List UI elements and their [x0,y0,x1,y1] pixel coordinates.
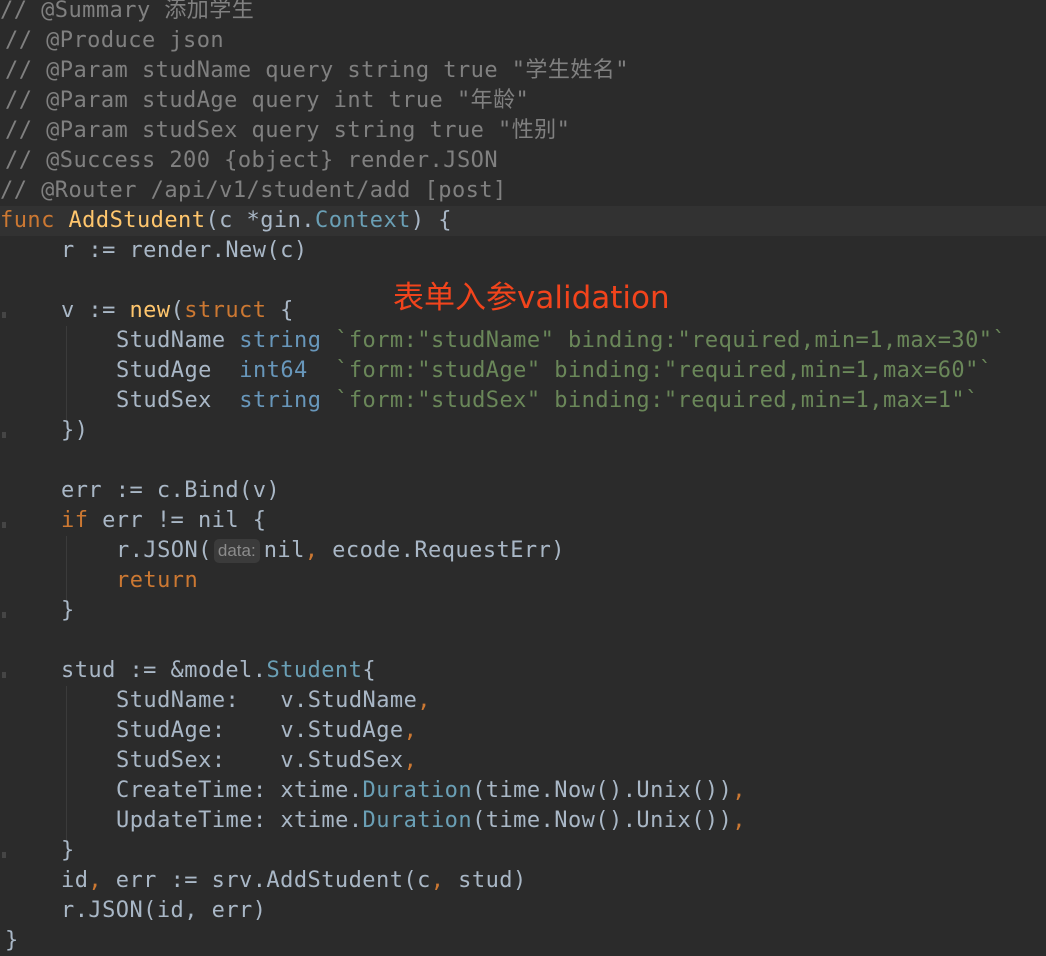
type-context: Context [315,208,411,233]
code-text: StudAge: [116,718,281,743]
code-text: (time.Now().Unix()) [472,778,733,803]
indent-guide [66,326,67,420]
comma: , [430,868,445,893]
code-line-err-bind[interactable]: err := c.Bind(v) [61,476,1046,506]
field-type: string [239,388,322,413]
type-student: Student [266,658,363,683]
code-line-func-close[interactable]: } [5,926,1046,956]
comma: , [403,748,418,773]
code-text: ( [170,298,185,323]
comma: , [417,688,431,713]
code-line-stud-decl[interactable]: stud := &model.Student{ [61,656,1046,686]
code-text: (time.Now().Unix()) [472,808,733,833]
indent-guide [66,536,67,600]
type-duration: Duration [362,808,473,833]
comma: , [732,778,746,803]
code-text: (c *gin. [205,208,315,233]
code-line-return[interactable]: return [116,566,1046,596]
indent-guide [66,686,67,840]
fold-marker-icon[interactable] [2,312,6,318]
struct-tag: `form:"studAge" binding:"required,min=1,… [335,358,993,383]
code-text: v := [61,298,130,323]
type-duration: Duration [362,778,473,803]
parameter-hint: data: [213,539,260,563]
field-type: string [239,328,322,353]
code-line-json-error[interactable]: r.JSON(data: nil, ecode.RequestErr) [116,536,1046,566]
code-text: { [362,658,377,683]
code-text: { [266,298,294,323]
keyword-struct: struct [184,298,267,323]
code-line-field-studname[interactable]: StudName string `form:"studName" binding… [116,326,1046,356]
fold-marker-icon[interactable] [2,612,6,618]
comment-param-sex: // @Param studSex query string true "性别" [5,118,571,143]
code-line-field-studsex[interactable]: StudSex string `form:"studSex" binding:"… [116,386,1046,416]
function-name: AddStudent [68,208,206,233]
code-line-if-close[interactable]: } [61,596,1046,626]
code-line-func-signature[interactable]: func AddStudent(c *gin.Context) { [0,206,1046,236]
comment-param-name: // @Param studName query string true "学生… [5,58,629,83]
code-text: ecode.RequestErr) [318,538,565,563]
field-name: StudName [116,328,240,353]
fold-marker-icon[interactable] [2,672,6,678]
comma: , [88,868,103,893]
code-line-render-new[interactable]: r := render.New(c) [61,236,1046,266]
code-text: ) { [410,208,452,233]
code-text: stud := &model. [61,658,267,683]
struct-tag: `form:"studName" binding:"required,min=1… [335,328,1007,353]
code-text: stud) [444,868,527,893]
code-line-assign-studage[interactable]: StudAge: v.StudAge, [116,716,1046,746]
keyword-if: if [61,508,89,533]
code-text: CreateTime: xtime. [116,778,363,803]
code-line-stud-close[interactable]: } [61,836,1046,866]
code-text: err := srv.AddStudent(c [102,868,431,893]
code-text: StudSex: [116,748,281,773]
builtin-new: new [129,298,171,323]
comment-produce: // @Produce json [5,28,225,53]
code-line-add-student-call[interactable]: id, err := srv.AddStudent(c, stud) [61,866,1046,896]
field-name: StudSex [116,388,240,413]
comma: , [732,808,746,833]
code-line-assign-studsex[interactable]: StudSex: v.StudSex, [116,746,1046,776]
code-text: StudName: [116,688,281,713]
fold-marker-icon[interactable] [2,522,6,528]
code-line-assign-studname[interactable]: StudName: v.StudName, [116,686,1046,716]
keyword-func: func [0,208,55,233]
fold-marker-icon[interactable] [2,852,6,858]
struct-tag: `form:"studSex" binding:"required,min=1,… [335,388,979,413]
code-text: UpdateTime: xtime. [116,808,363,833]
code-text: v.StudName [280,688,418,713]
code-text: r.JSON( [116,538,212,563]
comment-router: // @Router /api/v1/student/add [post] [0,178,507,203]
code-line-assign-updatetime[interactable]: UpdateTime: xtime.Duration(time.Now().Un… [116,806,1046,836]
comment-success: // @Success 200 {object} render.JSON [5,148,499,173]
comma: , [304,538,319,563]
code-line-field-studage[interactable]: StudAge int64 `form:"studAge" binding:"r… [116,356,1046,386]
annotation-label: 表单入参validation [393,280,670,316]
field-type: int64 [239,358,308,383]
comma: , [403,718,418,743]
code-text: id [61,868,89,893]
code-text: v.StudAge [280,718,404,743]
code-text: v.StudSex [280,748,404,773]
code-text: err != nil { [88,508,267,533]
comment-param-age: // @Param studAge query int true "年龄" [5,88,530,113]
code-line-assign-createtime[interactable]: CreateTime: xtime.Duration(time.Now().Un… [116,776,1046,806]
field-name: StudAge [116,358,240,383]
code-text: nil [263,538,305,563]
code-line-struct-close[interactable]: }) [61,416,1046,446]
fold-marker-icon[interactable] [2,432,6,438]
code-editor[interactable]: // @Summary 添加学生 // @Produce json // @Pa… [0,0,1046,956]
comment-summary: // @Summary 添加学生 [0,0,255,23]
code-line-if[interactable]: if err != nil { [61,506,1046,536]
code-line-json-final[interactable]: r.JSON(id, err) [61,896,1046,926]
